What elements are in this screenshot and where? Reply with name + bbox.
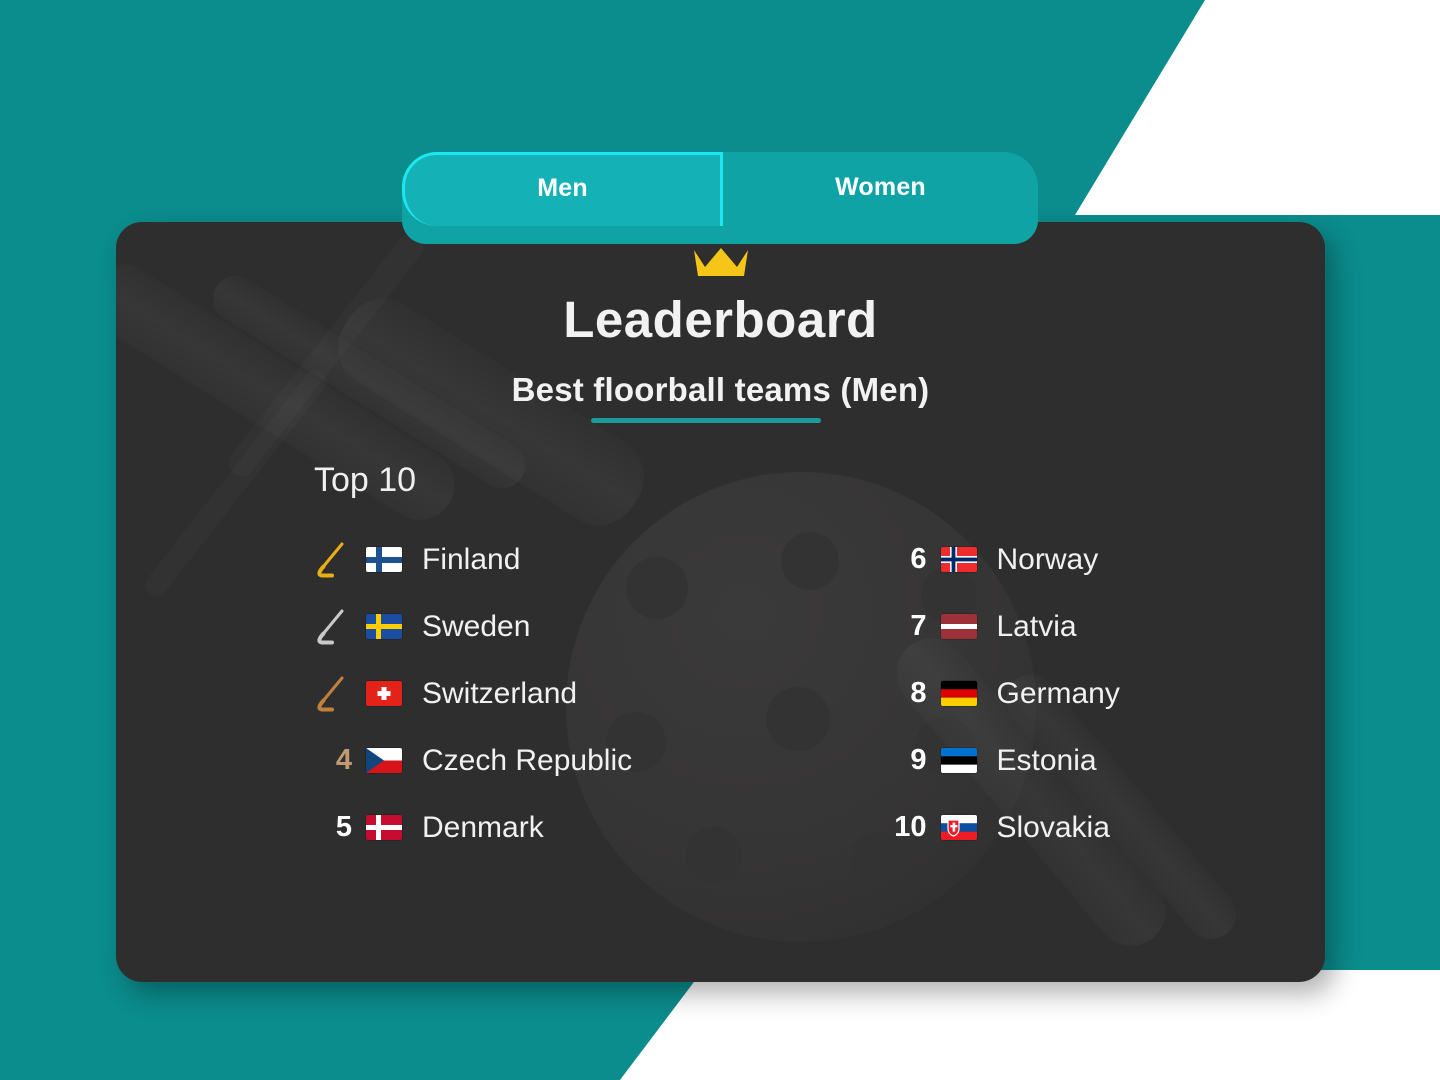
country-name: Finland	[422, 542, 521, 576]
flag-icon-ee	[940, 748, 977, 773]
flag-icon-dk	[366, 815, 402, 840]
flag-icon-no	[940, 547, 977, 572]
leaderboard-row[interactable]: 7 Latvia	[881, 593, 1326, 660]
country-name: Czech Republic	[422, 743, 633, 777]
ranking-column-left: Finland Sweden Switzerland 4 Czech Republic 5…	[306, 526, 751, 861]
rank-medal-bronze	[306, 674, 352, 714]
flag-icon-de	[940, 681, 977, 706]
country-name: Germany	[996, 676, 1120, 710]
country-name: Switzerland	[422, 676, 578, 710]
rank-medal-gold	[306, 540, 352, 580]
tab-men-label: Men	[537, 174, 588, 202]
country-name: Denmark	[422, 810, 544, 844]
country-name: Slovakia	[996, 810, 1110, 844]
leaderboard-row[interactable]: 4 Czech Republic	[306, 727, 751, 794]
flag-icon-fi	[366, 547, 402, 572]
gender-tab-bar: Men Women	[402, 152, 1038, 244]
country-name: Sweden	[422, 609, 531, 643]
floorball-stick-icon	[317, 609, 344, 644]
rank-number: 4	[335, 744, 352, 776]
leaderboard-row[interactable]: Switzerland	[306, 660, 751, 727]
rank-number: 5	[335, 811, 352, 843]
leaderboard-row[interactable]: 8 Germany	[881, 660, 1326, 727]
leaderboard-row[interactable]: 10 Slovakia	[881, 794, 1326, 861]
country-name: Estonia	[996, 743, 1097, 777]
ranking-columns: Finland Sweden Switzerland 4 Czech Republic 5…	[116, 526, 1325, 861]
flag-icon-lv	[940, 614, 977, 639]
flag-icon-se	[366, 614, 402, 639]
country-name: Latvia	[996, 609, 1077, 643]
rank-number: 10	[894, 811, 927, 843]
rank-number: 6	[910, 543, 927, 575]
leaderboard-card: Leaderboard Best floorball teams (Men) T…	[116, 222, 1325, 982]
tab-women-label: Women	[835, 172, 926, 201]
leaderboard-row[interactable]: Sweden	[306, 593, 751, 660]
ranking-column-right: 6 Norway 7 Latvia 8 Germany 9 Estonia 10 Slovakia	[881, 526, 1326, 861]
rank-number: 9	[910, 744, 927, 776]
leaderboard-row[interactable]: 5 Denmark	[306, 794, 751, 861]
page-title: Leaderboard	[563, 291, 878, 348]
section-label-top10: Top 10	[314, 461, 417, 499]
floorball-stick-icon	[317, 676, 344, 711]
rank-number: 7	[910, 610, 927, 642]
leaderboard-row[interactable]: Finland	[306, 526, 751, 593]
crown-icon	[693, 248, 748, 276]
tab-women[interactable]: Women	[723, 152, 1038, 222]
page-subtitle: Best floorball teams (Men)	[511, 371, 930, 408]
page-root: Men Women Leaderboard Best floorball tea…	[0, 0, 1440, 1080]
rank-number: 8	[910, 677, 927, 709]
country-name: Norway	[996, 542, 1099, 576]
flag-icon-sk	[940, 815, 977, 840]
flag-icon-cz	[366, 748, 402, 773]
tab-men[interactable]: Men	[402, 152, 723, 226]
subtitle-underline	[590, 418, 821, 423]
leaderboard-row[interactable]: 6 Norway	[881, 526, 1326, 593]
flag-icon-ch	[366, 681, 402, 706]
leaderboard-row[interactable]: 9 Estonia	[881, 727, 1326, 794]
floorball-stick-icon	[317, 542, 344, 577]
subtitle-wrap: Best floorball teams (Men)	[116, 371, 1325, 423]
rank-medal-silver	[306, 607, 352, 647]
